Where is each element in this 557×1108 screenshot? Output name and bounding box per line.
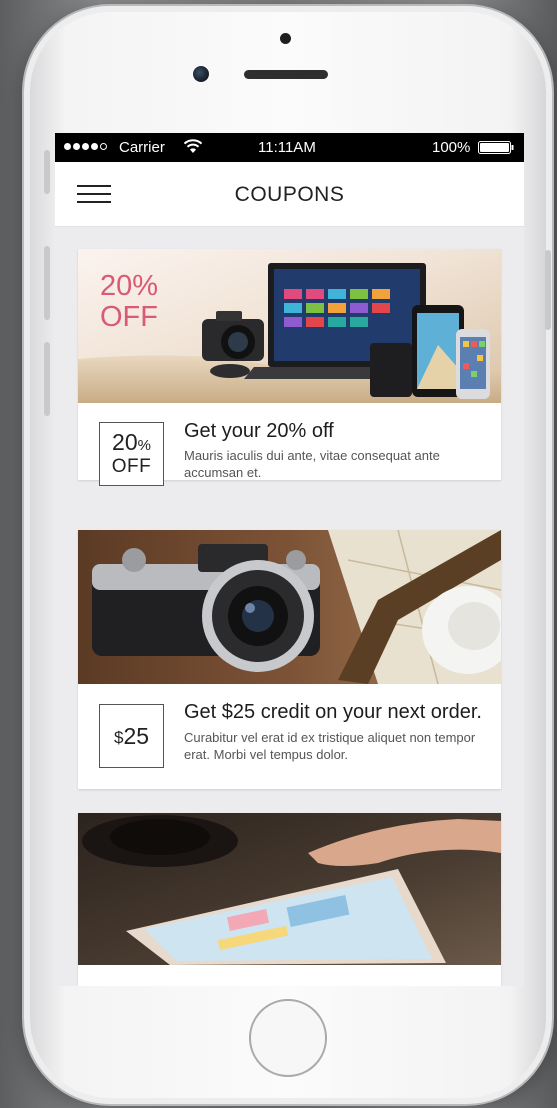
power-button <box>545 250 551 330</box>
discount-badge: 20% OFF <box>99 422 164 486</box>
status-time: 11:11AM <box>258 139 316 156</box>
image-discount-text: 20% OFF <box>100 271 158 333</box>
wifi-icon <box>183 139 203 153</box>
page-title: COUPONS <box>234 183 345 206</box>
mute-switch <box>44 150 50 194</box>
navigation-bar: COUPONS <box>55 162 524 227</box>
coupon-title: Get $25 credit on your next order. <box>184 701 482 723</box>
credit-badge: $25 <box>99 704 164 768</box>
coupon-image-camera <box>78 530 501 684</box>
home-button[interactable] <box>249 999 327 1077</box>
image-discount-off: OFF <box>100 301 158 333</box>
badge-off: OFF <box>111 456 152 477</box>
battery-icon <box>478 141 514 154</box>
coupon-card[interactable]: $25 Get $25 credit on your next order. C… <box>78 530 501 789</box>
image-discount-percent: 20% <box>100 270 159 302</box>
status-bar: Carrier 11:11AM 100% <box>55 133 524 162</box>
coupon-card[interactable]: 20% OFF 20% OFF Get your 20% off Mauris … <box>78 249 501 486</box>
proximity-sensor <box>193 66 209 82</box>
earpiece-speaker <box>244 70 328 79</box>
volume-down-button <box>44 342 50 416</box>
volume-up-button <box>44 246 50 320</box>
coupon-image-electronics: 20% OFF <box>78 249 501 403</box>
coupon-card[interactable] <box>78 813 501 986</box>
coupon-title: Get your 20% off <box>184 420 334 442</box>
badge-amount: $25 <box>113 722 150 749</box>
coupon-image-tablet <box>78 813 501 965</box>
front-camera <box>280 33 291 44</box>
coupon-description: Mauris iaculis dui ante, vitae consequat… <box>184 448 440 480</box>
badge-percent: 20% <box>112 429 151 455</box>
carrier-name: Carrier <box>119 139 165 156</box>
coupon-description: Curabitur vel erat id ex tristique aliqu… <box>184 730 476 762</box>
battery-percentage: 100% <box>432 139 471 156</box>
signal-strength-icon <box>64 143 107 150</box>
app-screen: Carrier 11:11AM 100% COUPONS 20% OFF 20%… <box>55 133 524 986</box>
